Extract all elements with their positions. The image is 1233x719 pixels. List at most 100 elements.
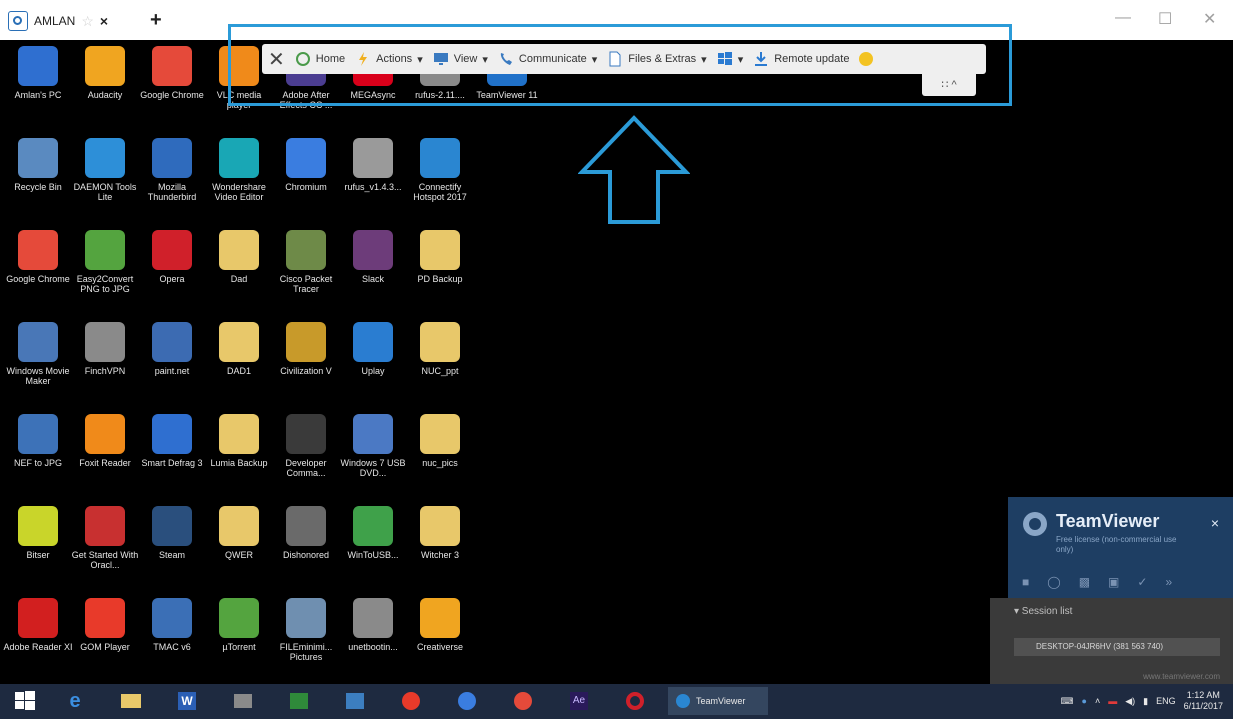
desktop-icon-label: Smart Defrag 3 <box>141 458 203 468</box>
desktop-icon[interactable]: Slack <box>338 230 408 284</box>
desktop-icon[interactable]: Dad <box>204 230 274 284</box>
session-list-header[interactable]: ▾ Session list <box>1014 606 1072 617</box>
desktop-icon[interactable]: Audacity <box>70 46 140 100</box>
desktop-icon[interactable]: Dishonored <box>271 506 341 560</box>
windows-menu[interactable]: ▾ <box>717 51 743 67</box>
pen-icon[interactable]: ✓ <box>1137 575 1147 589</box>
edge-taskbar-icon[interactable]: e <box>58 688 92 714</box>
desktop-icon[interactable]: paint.net <box>137 322 207 376</box>
desktop-icon[interactable]: Windows Movie Maker <box>3 322 73 386</box>
chrome-taskbar-icon[interactable] <box>506 688 540 714</box>
toolbar-collapse-handle[interactable]: ∷ ^ <box>922 74 976 96</box>
desktop-icon[interactable]: WinToUSB... <box>338 506 408 560</box>
video-icon[interactable]: ■ <box>1022 575 1029 589</box>
actions-label: Actions <box>376 53 413 65</box>
tab-close-icon[interactable]: × <box>100 13 108 29</box>
desktop-icon[interactable]: Recycle Bin <box>3 138 73 192</box>
desktop-icon[interactable]: Lumia Backup <box>204 414 274 468</box>
after-effects-taskbar-icon[interactable]: Ae <box>562 688 596 714</box>
desktop-icon-label: unetbootin... <box>348 642 398 652</box>
desktop-icon[interactable]: Steam <box>137 506 207 560</box>
start-button[interactable] <box>8 688 42 714</box>
desktop-icon[interactable]: NEF to JPG <box>3 414 73 468</box>
maximize-icon[interactable]: ☐ <box>1158 9 1172 29</box>
favorite-star-icon[interactable]: ☆ <box>81 13 94 30</box>
toolbar-close-icon[interactable]: ✕ <box>268 47 285 72</box>
desktop-icon[interactable]: Wondershare Video Editor <box>204 138 274 202</box>
view-menu[interactable]: View ▾ <box>433 51 488 67</box>
desktop-icon[interactable]: DAD1 <box>204 322 274 376</box>
desktop-icon[interactable]: Witcher 3 <box>405 506 475 560</box>
desktop-icon[interactable]: Google Chrome <box>3 230 73 284</box>
media-taskbar-icon[interactable] <box>226 688 260 714</box>
actions-menu[interactable]: Actions ▾ <box>355 51 423 67</box>
gom-taskbar-icon[interactable] <box>394 688 428 714</box>
desktop-icon[interactable]: Civilization V <box>271 322 341 376</box>
desktop-icon[interactable]: NUC_ppt <box>405 322 475 376</box>
teamviewer-tray-icon[interactable]: ● <box>1082 696 1087 706</box>
tray-overflow-icon[interactable]: ˄ <box>1095 696 1100 706</box>
files-extras-menu[interactable]: Files & Extras ▾ <box>607 51 707 67</box>
network-icon[interactable]: ▮ <box>1143 696 1148 707</box>
desktop-icon[interactable]: Bitser <box>3 506 73 560</box>
desktop-icon-label: Wondershare Video Editor <box>212 182 266 202</box>
communicate-menu[interactable]: Communicate ▾ <box>498 51 597 67</box>
volume-icon[interactable]: ◀) <box>1125 696 1135 707</box>
desktop-icon[interactable]: Get Started With Oracl... <box>70 506 140 570</box>
remote-update-button[interactable]: Remote update <box>753 51 849 67</box>
session-item[interactable]: DESKTOP-04JR6HV (381 563 740) <box>1014 638 1220 656</box>
smiley-feedback-icon[interactable] <box>859 52 874 66</box>
teamviewer-link[interactable]: www.teamviewer.com <box>1014 672 1220 681</box>
word-taskbar-icon[interactable]: W <box>170 688 204 714</box>
desktop-icon[interactable]: Creativerse <box>405 598 475 652</box>
session-tab[interactable]: AMLAN ☆ × + <box>8 9 162 32</box>
desktop-icon[interactable]: µTorrent <box>204 598 274 652</box>
next-icon[interactable]: » <box>1165 575 1172 589</box>
desktop-icon[interactable]: Foxit Reader <box>70 414 140 468</box>
desktop-icon[interactable]: Mozilla Thunderbird <box>137 138 207 202</box>
store-taskbar-icon[interactable] <box>282 688 316 714</box>
desktop-icon[interactable]: QWER <box>204 506 274 560</box>
desktop-icon[interactable]: Windows 7 USB DVD... <box>338 414 408 478</box>
desktop-icon[interactable]: Google Chrome <box>137 46 207 100</box>
desktop-icon[interactable]: Chromium <box>271 138 341 192</box>
desktop-icon[interactable]: rufus_v1.4.3... <box>338 138 408 192</box>
desktop-icon[interactable]: Smart Defrag 3 <box>137 414 207 468</box>
desktop-icon[interactable]: unetbootin... <box>338 598 408 652</box>
home-button[interactable]: Home <box>295 51 345 67</box>
keyboard-icon[interactable]: ⌨ <box>1061 696 1074 707</box>
desktop-icon[interactable]: FinchVPN <box>70 322 140 376</box>
desktop-icon[interactable]: Adobe Reader XI <box>3 598 73 652</box>
desktop-icon[interactable]: Uplay <box>338 322 408 376</box>
panel-close-icon[interactable]: × <box>1211 515 1219 531</box>
teamviewer-taskbar-button[interactable]: TeamViewer <box>668 687 768 715</box>
file-explorer-taskbar-icon[interactable] <box>114 688 148 714</box>
minimize-icon[interactable]: — <box>1115 9 1131 27</box>
new-tab-icon[interactable]: + <box>150 9 162 32</box>
desktop-icon[interactable]: Connectify Hotspot 2017 <box>405 138 475 202</box>
desktop-icon[interactable]: FILEminimi... Pictures <box>271 598 341 662</box>
desktop-icon[interactable]: Cisco Packet Tracer <box>271 230 341 294</box>
desktop-icon[interactable]: GOM Player <box>70 598 140 652</box>
language-indicator[interactable]: ENG <box>1156 696 1176 706</box>
window-close-icon[interactable]: ✕ <box>1203 9 1216 29</box>
chromium-taskbar-icon[interactable] <box>450 688 484 714</box>
clock[interactable]: 1:12 AM 6/11/2017 <box>1184 690 1223 712</box>
headset-icon[interactable]: ◯ <box>1047 575 1060 589</box>
panel-actions: ■ ◯ ▩ ▣ ✓ » <box>1022 575 1172 589</box>
battery-icon[interactable]: ▬ <box>1108 696 1117 706</box>
chat-icon[interactable]: ▩ <box>1079 575 1090 589</box>
desktop-icon[interactable]: DAEMON Tools Lite <box>70 138 140 202</box>
desktop-icon[interactable]: TMAC v6 <box>137 598 207 652</box>
photos-taskbar-icon[interactable] <box>338 688 372 714</box>
desktop-icon[interactable]: Amlan's PC <box>3 46 73 100</box>
screen-icon[interactable]: ▣ <box>1108 575 1119 589</box>
desktop-icon[interactable]: Opera <box>137 230 207 284</box>
desktop-icon[interactable]: PD Backup <box>405 230 475 284</box>
opera-taskbar-icon[interactable] <box>618 688 652 714</box>
desktop-icon[interactable]: Developer Comma... <box>271 414 341 478</box>
desktop-icon[interactable]: Easy2Convert PNG to JPG <box>70 230 140 294</box>
session-list-panel: ▾ Session list DESKTOP-04JR6HV (381 563 … <box>990 598 1233 688</box>
app-icon <box>420 414 460 454</box>
desktop-icon[interactable]: nuc_pics <box>405 414 475 468</box>
